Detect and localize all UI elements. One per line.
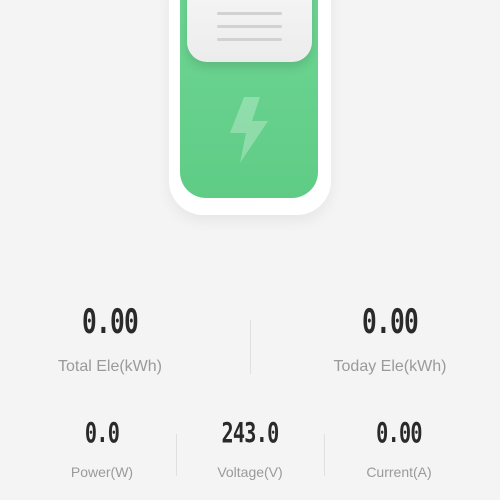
power-stat: 0.0 Power(W) (42, 416, 162, 480)
voltage-stat: 243.0 Voltage(V) (190, 416, 310, 480)
lightning-bolt-icon (230, 97, 268, 163)
total-electricity-value: 0.00 (81, 302, 139, 342)
voltage-value: 243.0 (221, 416, 279, 449)
today-electricity-value: 0.00 (361, 302, 419, 342)
power-value: 0.0 (84, 416, 120, 449)
summary-divider (250, 320, 251, 374)
metrics-divider-left (176, 434, 177, 476)
voltage-label: Voltage(V) (217, 464, 283, 480)
metrics-divider-right (324, 434, 325, 476)
total-electricity-label: Total Ele(kWh) (57, 358, 163, 375)
today-electricity-label: Today Ele(kWh) (333, 358, 447, 375)
current-stat: 0.00 Current(A) (339, 416, 459, 480)
power-label: Power(W) (70, 464, 134, 480)
current-label: Current(A) (366, 464, 432, 480)
current-value: 0.00 (376, 416, 422, 449)
knob-grip-line (217, 12, 282, 15)
today-electricity-stat: 0.00 Today Ele(kWh) (310, 302, 470, 376)
knob-grip-line (217, 25, 282, 28)
knob-grip-line (217, 38, 282, 41)
total-electricity-stat: 0.00 Total Ele(kWh) (30, 302, 190, 376)
switch-toggle[interactable] (187, 0, 312, 62)
device-page: 0.00 Total Ele(kWh) 0.00 Today Ele(kWh) … (0, 0, 500, 500)
